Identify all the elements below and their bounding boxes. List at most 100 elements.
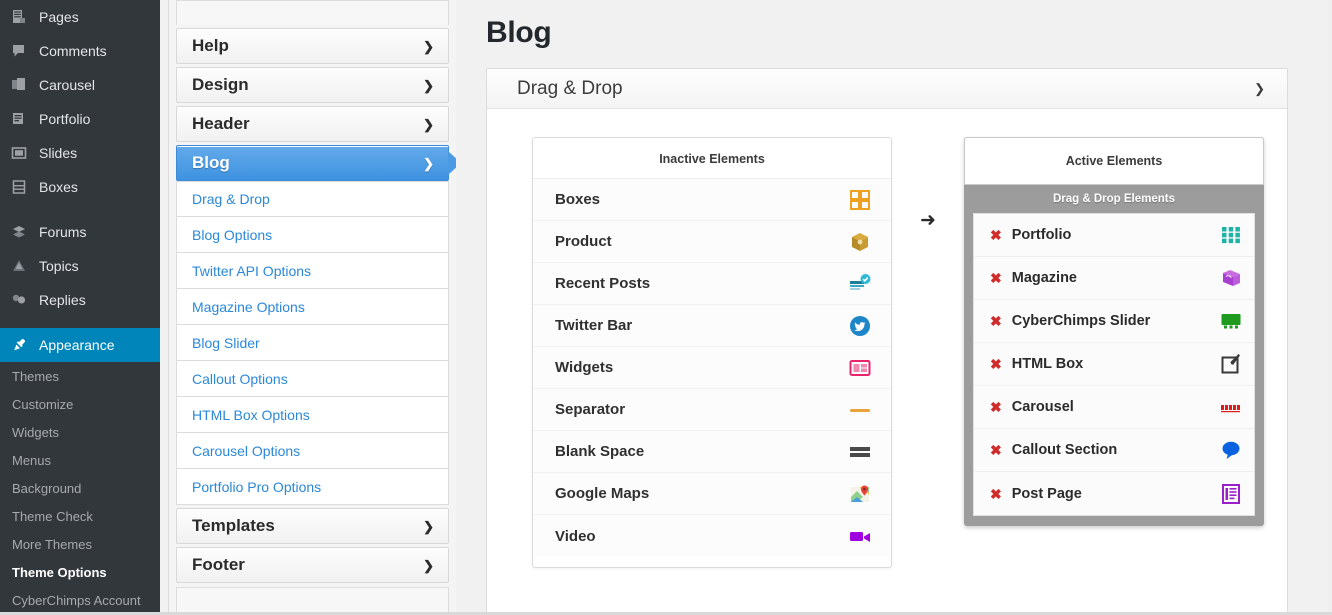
sidebar-item-replies[interactable]: Replies — [0, 283, 160, 317]
nav-bottom-stub — [176, 587, 449, 612]
nav-link-magazine-options[interactable]: Magazine Options — [176, 289, 449, 325]
nav-group-templates[interactable]: Templates ❯ — [176, 508, 449, 544]
submenu-item-customize[interactable]: Customize — [0, 390, 160, 418]
sidebar-item-boxes[interactable]: Boxes — [0, 170, 160, 204]
sidebar-item-label: Pages — [39, 9, 79, 25]
nav-link-portfolio-pro-options[interactable]: Portfolio Pro Options — [176, 469, 449, 505]
submenu-item-cyberchimps-account[interactable]: CyberChimps Account — [0, 586, 160, 614]
nav-link-html-box-options[interactable]: HTML Box Options — [176, 397, 449, 433]
active-elements-list: ✖ Portfolio ✖ Magazine ✖ CyberChimps Sli… — [973, 213, 1255, 516]
submenu-item-theme-check[interactable]: Theme Check — [0, 502, 160, 530]
active-row-cyberchimps-slider[interactable]: ✖ CyberChimps Slider — [974, 300, 1254, 343]
nav-group-blog[interactable]: Blog ❯ — [176, 145, 456, 181]
arrow-right-icon: ➜ — [920, 210, 936, 231]
remove-icon[interactable]: ✖ — [990, 443, 1002, 457]
admin-sidebar: Pages Comments Carousel Portfolio Slides — [0, 0, 160, 615]
portfolio-icon — [8, 109, 30, 129]
inactive-row-boxes[interactable]: Boxes — [533, 179, 891, 221]
inactive-elements-box: Inactive Elements Boxes Product Recent P… — [532, 137, 892, 568]
nav-link-label: HTML Box Options — [192, 406, 310, 423]
sidebar-item-portfolio[interactable]: Portfolio — [0, 102, 160, 136]
drag-drop-panel: Drag & Drop ❯ Inactive Elements Boxes Pr… — [486, 68, 1288, 615]
chevron-down-icon[interactable]: ❯ — [1254, 82, 1265, 95]
submenu-item-widgets[interactable]: Widgets — [0, 418, 160, 446]
callout-bubble-icon — [1212, 439, 1242, 461]
panel-header-label: Drag & Drop — [517, 77, 623, 99]
chevron-down-icon: ❯ — [423, 518, 434, 534]
nav-group-header[interactable]: Header ❯ — [176, 106, 449, 142]
portfolio-grid-icon — [1212, 224, 1242, 246]
transfer-arrow: ➜ — [892, 137, 964, 232]
sidebar-item-label: Appearance — [39, 337, 115, 353]
active-row-callout-section[interactable]: ✖ Callout Section — [974, 429, 1254, 472]
inactive-row-google-maps[interactable]: Google Maps — [533, 473, 891, 515]
sidebar-item-carousel[interactable]: Carousel — [0, 68, 160, 102]
inactive-column: Inactive Elements Boxes Product Recent P… — [487, 137, 892, 568]
nav-link-twitter-api-options[interactable]: Twitter API Options — [176, 253, 449, 289]
active-elements-title: Active Elements — [964, 137, 1264, 185]
sidebar-item-label: Carousel — [39, 77, 96, 93]
sidebar-item-label: Slides — [39, 145, 78, 161]
submenu-item-theme-options[interactable]: Theme Options — [0, 558, 160, 586]
remove-icon[interactable]: ✖ — [990, 314, 1002, 328]
nav-group-label: Footer — [192, 555, 245, 574]
remove-icon[interactable]: ✖ — [990, 228, 1002, 242]
inactive-row-blank-space[interactable]: Blank Space — [533, 431, 891, 473]
nav-link-carousel-options[interactable]: Carousel Options — [176, 433, 449, 469]
nav-group-label: Templates — [192, 516, 275, 535]
sidebar-item-forums[interactable]: Forums — [0, 215, 160, 249]
active-row-label: CyberChimps Slider — [1011, 313, 1151, 329]
separator-line-icon — [841, 399, 871, 421]
sidebar-item-topics[interactable]: Topics — [0, 249, 160, 283]
blank-space-icon — [841, 441, 871, 463]
inactive-row-label: Google Maps — [555, 485, 650, 502]
submenu-label: Customize — [12, 396, 74, 412]
window-right-edge — [1328, 0, 1332, 615]
inactive-row-label: Recent Posts — [555, 275, 651, 292]
nav-group-footer[interactable]: Footer ❯ — [176, 547, 449, 583]
inactive-row-widgets[interactable]: Widgets — [533, 347, 891, 389]
active-row-magazine[interactable]: ✖ Magazine — [974, 257, 1254, 300]
post-page-icon — [1212, 483, 1242, 505]
appearance-brush-icon — [8, 335, 30, 355]
inactive-row-separator[interactable]: Separator — [533, 389, 891, 431]
inactive-row-product[interactable]: Product — [533, 221, 891, 263]
nav-link-label: Blog Options — [192, 226, 273, 243]
submenu-item-menus[interactable]: Menus — [0, 446, 160, 474]
submenu-item-themes[interactable]: Themes — [0, 362, 160, 390]
inactive-row-twitter-bar[interactable]: Twitter Bar — [533, 305, 891, 347]
inactive-row-label: Product — [555, 233, 612, 250]
drag-drop-panel-header[interactable]: Drag & Drop ❯ — [487, 69, 1287, 109]
nav-group-label: Design — [192, 75, 249, 94]
inactive-row-recent-posts[interactable]: Recent Posts — [533, 263, 891, 305]
submenu-item-more-themes[interactable]: More Themes — [0, 530, 160, 558]
remove-icon[interactable]: ✖ — [990, 400, 1002, 414]
nav-group-help[interactable]: Help ❯ — [176, 28, 449, 64]
nav-link-blog-slider[interactable]: Blog Slider — [176, 325, 449, 361]
remove-icon[interactable]: ✖ — [990, 357, 1002, 371]
nav-link-callout-options[interactable]: Callout Options — [176, 361, 449, 397]
sidebar-item-slides[interactable]: Slides — [0, 136, 160, 170]
inactive-row-video[interactable]: Video — [533, 515, 891, 557]
replies-icon — [8, 290, 30, 310]
sidebar-item-pages[interactable]: Pages — [0, 0, 160, 34]
nav-link-label: Callout Options — [192, 370, 288, 387]
remove-icon[interactable]: ✖ — [990, 271, 1002, 285]
sidebar-item-comments[interactable]: Comments — [0, 34, 160, 68]
carousel-strip-icon — [1212, 396, 1242, 418]
nav-group-design[interactable]: Design ❯ — [176, 67, 449, 103]
active-row-html-box[interactable]: ✖ HTML Box — [974, 343, 1254, 386]
remove-icon[interactable]: ✖ — [990, 487, 1002, 501]
nav-group-label: Header — [192, 114, 250, 133]
nav-link-blog-options[interactable]: Blog Options — [176, 217, 449, 253]
recent-posts-icon — [841, 273, 871, 295]
nav-link-drag-and-drop[interactable]: Drag & Drop — [176, 181, 449, 217]
active-row-post-page[interactable]: ✖ Post Page — [974, 472, 1254, 515]
main-content: Blog Drag & Drop ❯ Inactive Elements Box… — [456, 0, 1332, 615]
sidebar-item-label: Topics — [39, 258, 79, 274]
sidebar-item-appearance[interactable]: Appearance — [0, 328, 160, 362]
active-row-portfolio[interactable]: ✖ Portfolio — [974, 214, 1254, 257]
active-row-carousel[interactable]: ✖ Carousel — [974, 386, 1254, 429]
nav-link-label: Drag & Drop — [192, 191, 270, 207]
submenu-item-background[interactable]: Background — [0, 474, 160, 502]
